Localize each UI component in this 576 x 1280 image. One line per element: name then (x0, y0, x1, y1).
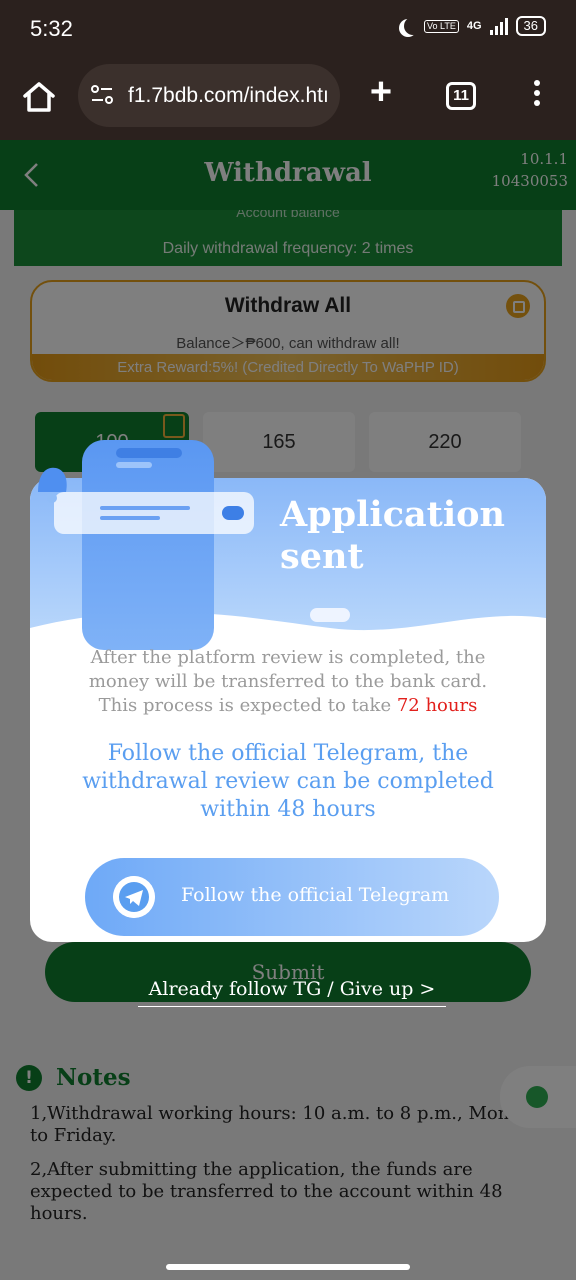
telegram-icon (113, 876, 155, 918)
bell-icon (38, 467, 67, 503)
tab-switcher-button[interactable]: 11 (446, 82, 476, 110)
url-text[interactable]: f1.7bdb.com/index.htı (128, 84, 333, 108)
new-tab-icon[interactable]: + (366, 73, 396, 111)
network-type: 4G (466, 20, 482, 32)
give-up-link[interactable]: Already follow TG / Give up > (138, 978, 446, 1007)
modal-title: Application sent (280, 494, 505, 577)
status-bar: 5:32 Vo LTE 4G 36 (0, 0, 576, 60)
url-bar[interactable]: f1.7bdb.com/index.htı (78, 64, 340, 127)
modal-message: After the platform review is completed, … (30, 646, 546, 718)
gesture-nav-bar[interactable] (166, 1264, 410, 1270)
status-time: 5:32 (30, 16, 73, 41)
battery-icon: 36 (515, 16, 546, 36)
do-not-disturb-icon (404, 17, 422, 35)
notification-bubble-illustration (54, 492, 254, 534)
review-duration: 72 hours (396, 695, 478, 716)
home-icon[interactable] (22, 80, 56, 114)
follow-telegram-button[interactable]: Follow the official Telegram (85, 858, 499, 936)
browser-toolbar: f1.7bdb.com/index.htı + 11 (0, 60, 576, 140)
more-menu-icon[interactable] (532, 80, 542, 110)
signal-icon (489, 17, 508, 35)
application-sent-modal: Application sent After the platform revi… (30, 440, 546, 942)
phone-illustration (82, 440, 214, 650)
telegram-promo-text: Follow the official Telegram, the withdr… (82, 741, 494, 822)
status-icons: Vo LTE 4G 36 (398, 16, 546, 36)
follow-telegram-label: Follow the official Telegram (181, 884, 450, 906)
battery-level: 36 (523, 18, 538, 33)
volte-icon: Vo LTE (423, 19, 459, 33)
site-settings-icon[interactable] (90, 84, 114, 106)
